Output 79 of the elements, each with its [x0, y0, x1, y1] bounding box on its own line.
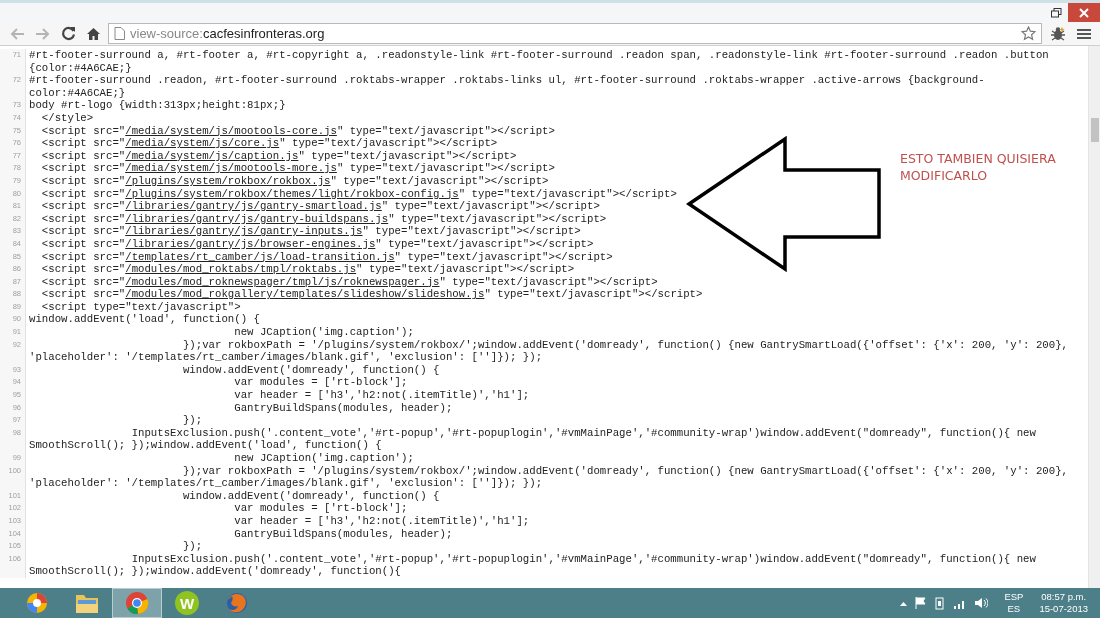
source-link[interactable]: /libraries/gantry/js/gantry-smartload.js	[125, 200, 382, 213]
scrollbar[interactable]	[1088, 46, 1100, 588]
circle-logo-icon	[25, 591, 49, 615]
code-line: <script src="/libraries/gantry/js/gantry-smartload.js" type="text/javascript"></script>	[40, 200, 600, 213]
code-line: GantryBuildSpans(modules, header);	[233, 401, 453, 415]
code-line: <script src="/plugins/system/rokbox/themes/light/rokbox-config.js" type="text/javascript"></script>	[40, 187, 677, 201]
forward-icon	[35, 26, 51, 41]
menu-button[interactable]	[1074, 27, 1094, 40]
taskbar-app[interactable]	[112, 588, 162, 618]
source-link[interactable]: /modules/mod_roktabs/tmpl/roktabs.js	[125, 263, 357, 276]
code-line: var header = ['h3','h2:not(.itemTitle)','h1'];	[233, 389, 530, 402]
code-line: var header = ['h3','h2:not(.itemTitle)','h1'];	[233, 514, 530, 528]
code-line: <script src="/libraries/gantry/js/gantry-buildspans.js" type="text/javascript"></script>	[40, 212, 607, 226]
code-line: GantryBuildSpans(modules, header);	[233, 527, 453, 541]
code-line: body #rt-logo {width:313px;height:81px;}	[28, 99, 286, 112]
url-text: view-source:cacfesinfronteras.org	[130, 24, 325, 43]
code-line: });var rokboxPath = '/plugins/system/rokbox/';window.addEvent('domready', function() {new GantrySmartLoad({'offset': {'x': 200, 'y': 200}, 'placeholder': '/templates/rt_camber/images/blank.gif', 'exclusion': ['']}); });	[28, 338, 1069, 364]
speaker-icon[interactable]	[974, 597, 989, 609]
close-icon	[1079, 7, 1089, 18]
code-line: <script src="/templates/rt_camber/js/load-transition.js" type="text/javascript"></script>	[40, 250, 613, 264]
source-link[interactable]: /media/system/js/core.js	[125, 137, 280, 150]
code-line: InputsExclusion.push('.content_vote','#rt-popup','#rt-popuplogin','#vmMainPage','#community-wrap')window.addEvent("domready", function(){ new SmoothScroll(); });window.addEvent('domready', function(){	[28, 552, 1037, 578]
code-line: <script src="/media/system/js/caption.js" type="text/javascript"></script>	[40, 149, 517, 163]
code-line: <script src="/modules/mod_roknewspager/tmpl/js/roknewspager.js" type="text/javascript"></script>	[40, 275, 658, 289]
source-link[interactable]: /media/system/js/caption.js	[125, 149, 299, 162]
source-link[interactable]: /templates/rt_camber/js/load-transition.js	[125, 250, 395, 263]
language-indicator[interactable]: ESP	[1004, 591, 1024, 603]
code-line: </style>	[40, 111, 94, 125]
code-line: var modules = ['rt-block'];	[233, 502, 408, 515]
page-icon	[114, 27, 125, 40]
clock-date[interactable]: 15-07-2013	[1039, 603, 1088, 615]
folder-icon	[75, 592, 99, 614]
code-line: #rt-footer-surround a, #rt-footer a, #rt-copyright a, .readonstyle-link #rt-footer-surround .readon span, .readonstyle-link #rt-footer-surround .readon .button {color:#4A6CAE;}	[28, 49, 1050, 75]
star-icon[interactable]	[1021, 26, 1036, 41]
source-link[interactable]: /modules/mod_roknewspager/tmpl/js/roknewspager.js	[125, 275, 440, 288]
code-line: var modules = ['rt-block'];	[233, 376, 408, 390]
code-line: <script src="/media/system/js/mootools-more.js" type="text/javascript"></script>	[40, 162, 555, 175]
keyboard-layout[interactable]: ES	[1007, 603, 1021, 615]
code-line: <script src="/media/system/js/core.js" type="text/javascript"></script>	[40, 137, 498, 150]
code-line: <script src="/plugins/system/rokbox/rokbox.js" type="text/javascript"></script>	[40, 174, 549, 188]
device-icon[interactable]	[934, 596, 946, 610]
clock-time[interactable]: 08:57 p.m.	[1041, 591, 1087, 603]
extension-icon	[1049, 25, 1067, 42]
address-bar[interactable]: view-source:cacfesinfronteras.org	[108, 23, 1042, 44]
browser-icon	[125, 591, 149, 615]
code-line: <script src="/media/system/js/mootools-core.js" type="text/javascript"></script>	[40, 124, 555, 138]
code-line: window.addEvent('load', function() {	[28, 313, 260, 327]
code-line: <script type="text/javascript">	[40, 300, 241, 314]
code-line: new JCaption('img.caption');	[233, 326, 414, 339]
source-link[interactable]: /media/system/js/mootools-more.js	[125, 162, 337, 175]
home-icon	[86, 26, 101, 41]
code-line: });var rokboxPath = '/plugins/system/rokbox/';window.addEvent('domready', function() {new GantrySmartLoad({'offset': {'x': 200, 'y': 200}, 'placeholder': '/templates/rt_camber/images/blank.gif', 'exclusion': ['']}); });	[28, 464, 1069, 490]
letter-logo-icon: W	[175, 591, 199, 615]
fox-globe-icon	[225, 591, 249, 615]
source-link[interactable]: /libraries/gantry/js/gantry-buildspans.js	[125, 212, 389, 225]
code-line: new JCaption('img.caption');	[233, 452, 414, 465]
code-line: <script src="/libraries/gantry/js/gantry-inputs.js" type="text/javascript"></script>	[40, 225, 581, 238]
code-line: <script src="/libraries/gantry/js/browser-engines.js" type="text/javascript"></script>	[40, 237, 594, 251]
scrollbar-thumb[interactable]	[1091, 118, 1099, 142]
caret-up-icon[interactable]	[900, 600, 908, 606]
source-link[interactable]: /media/system/js/mootools-core.js	[125, 124, 337, 137]
restore-icon	[1050, 7, 1062, 18]
source-link[interactable]: /libraries/gantry/js/browser-engines.js	[125, 237, 376, 250]
code-line: window.addEvent('domready', function() {	[181, 489, 440, 503]
close-button[interactable]	[1068, 3, 1100, 22]
reload-icon	[61, 26, 76, 41]
flag-icon[interactable]	[915, 597, 927, 609]
menu-icon	[1077, 27, 1091, 40]
source-link[interactable]: /libraries/gantry/js/gantry-inputs.js	[125, 225, 363, 238]
code-line: });	[181, 414, 203, 427]
source-link[interactable]: /modules/mod_rokgallery/templates/slideshow/slideshow.js	[125, 288, 485, 301]
source-link[interactable]: /plugins/system/rokbox/themes/light/rokbox-config.js	[125, 187, 459, 200]
code-line: });	[181, 540, 203, 553]
code-line: <script src="/modules/mod_rokgallery/templates/slideshow/slideshow.js" type="text/javascript"></script>	[40, 288, 703, 301]
code-line: window.addEvent('domready', function() {	[181, 363, 440, 377]
annotation-text: ESTO TAMBIEN QUISIERA MODIFICARLO	[900, 150, 1057, 184]
code-line: <script src="/modules/mod_roktabs/tmpl/roktabs.js" type="text/javascript"></script>	[40, 263, 575, 276]
back-icon	[9, 26, 25, 41]
source-link[interactable]: /plugins/system/rokbox/rokbox.js	[125, 174, 331, 187]
